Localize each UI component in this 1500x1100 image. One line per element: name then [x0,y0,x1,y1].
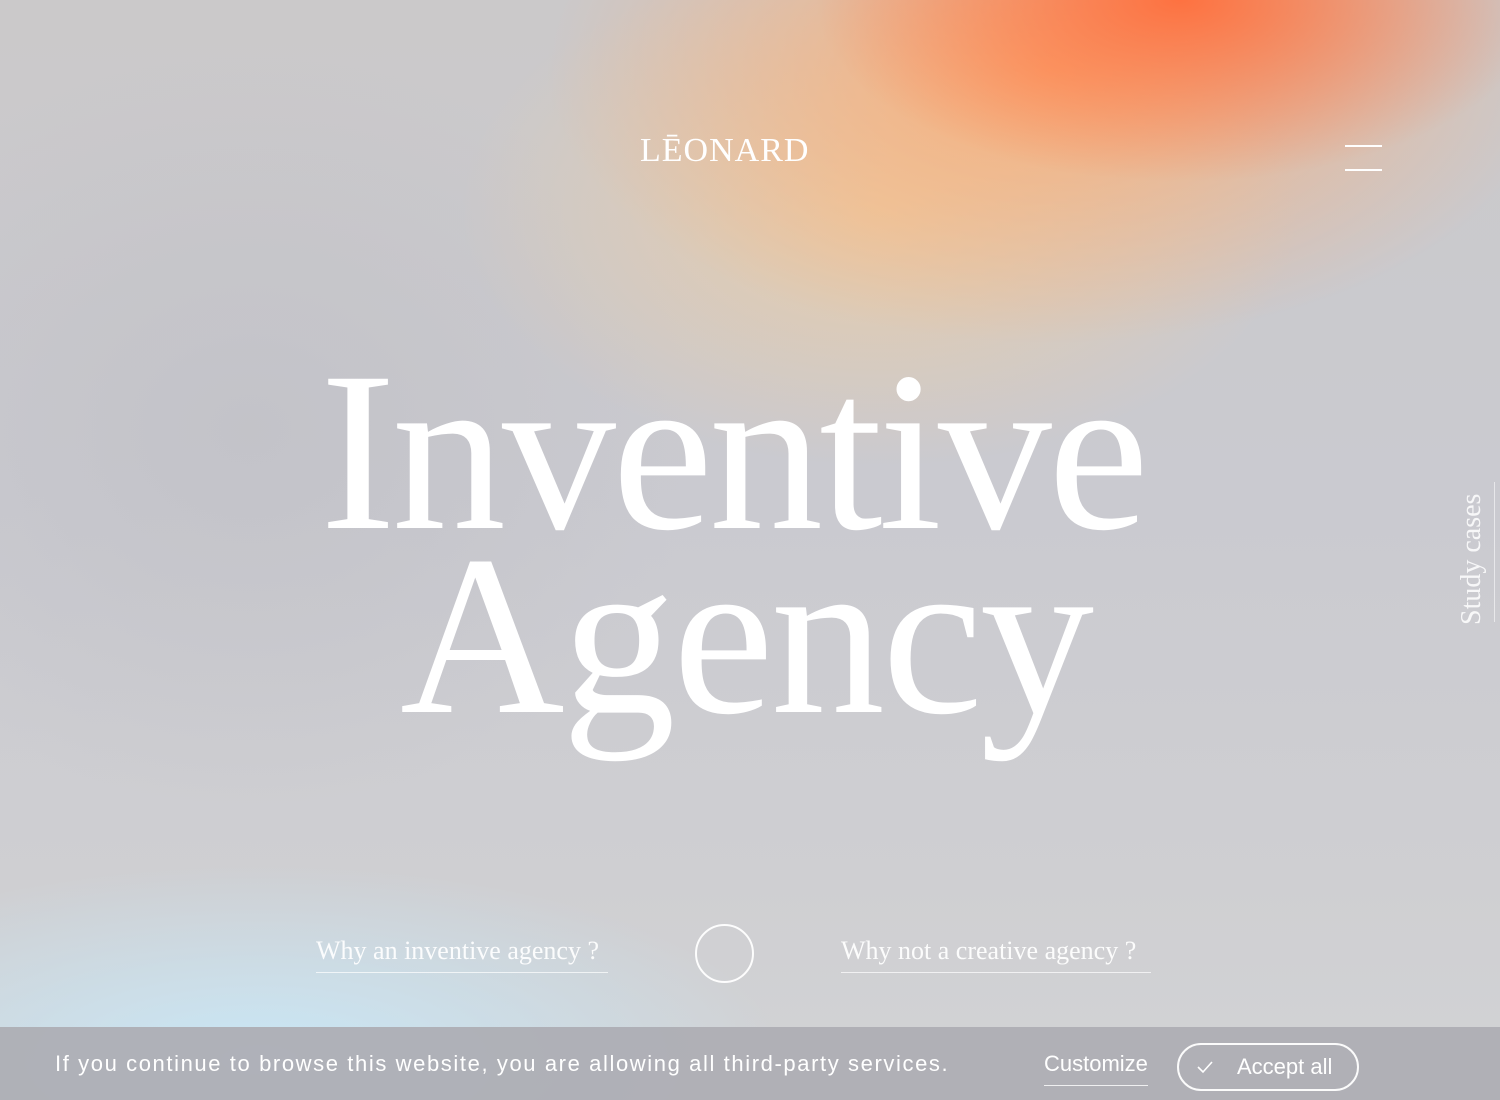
customize-button[interactable]: Customize [1044,1047,1148,1086]
cookie-banner: If you continue to browse this website, … [0,1027,1500,1100]
hamburger-menu-icon-top-line [1345,145,1382,147]
check-icon [1197,1061,1213,1074]
why-not-creative-agency-link[interactable]: Why not a creative agency ? [841,934,1151,973]
hero-title-line-2: Agency [400,510,1094,762]
why-inventive-agency-link[interactable]: Why an inventive agency ? [316,934,608,973]
study-cases-link[interactable]: Study cases [1452,480,1495,625]
leonard-logo[interactable]: LĒONARD [640,131,809,171]
accept-all-label: Accept all [1237,1054,1333,1079]
accept-all-button[interactable]: Accept all [1177,1043,1359,1091]
study-cases-divider [1494,482,1495,622]
hamburger-menu-icon-bottom-line [1345,169,1382,171]
cookie-banner-message: If you continue to browse this website, … [55,1051,950,1076]
study-cases-label: Study cases [1456,493,1487,625]
hamburger-menu-button[interactable] [1340,138,1386,178]
scroll-circle-button[interactable] [695,924,754,983]
